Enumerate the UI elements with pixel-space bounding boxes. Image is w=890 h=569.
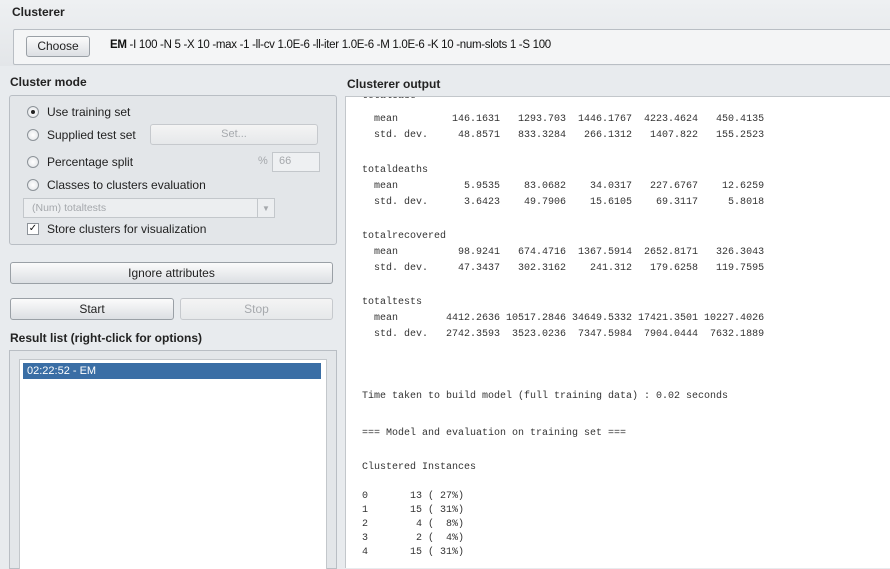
percent-sign: % [258,155,268,167]
output-line: mean 5.9535 83.0682 34.0317 227.6767 12.… [362,181,765,192]
store-clusters-option[interactable]: ✓ Store clusters for visualization [27,220,206,238]
output-line: === Model and evaluation on training set… [362,428,627,439]
output-line: mean 146.1631 1293.703 1446.1767 4223.46… [362,114,765,125]
cluster-mode-panel: Use training set Supplied test set Set..… [9,95,337,245]
result-list-panel: 02:22:52 - EM [9,350,337,569]
result-list-item[interactable]: 02:22:52 - EM [23,363,321,379]
output-line: totaltests [362,297,423,308]
output-line: 2 4 ( 8%) [362,519,465,530]
ignore-attributes-button[interactable]: Ignore attributes [10,262,333,284]
use-training-set-label: Use training set [47,105,131,119]
output-line: Time taken to build model (full training… [362,391,729,402]
stop-button[interactable]: Stop [180,298,333,320]
radio-unselected-icon[interactable] [27,179,39,191]
percentage-split-input[interactable]: 66 [272,152,320,172]
radio-unselected-icon[interactable] [27,156,39,168]
cluster-mode-title: Cluster mode [10,75,87,89]
classes-to-clusters-label: Classes to clusters evaluation [47,178,206,192]
output-line: 4 15 ( 31%) [362,547,465,558]
clusterer-config-panel: Choose EM -I 100 -N 5 -X 10 -max -1 -ll-… [13,29,890,65]
store-clusters-label: Store clusters for visualization [47,222,207,236]
percentage-split-label: Percentage split [47,155,134,169]
percentage-split-option[interactable]: Percentage split [27,153,133,171]
chevron-down-icon: ▼ [257,199,274,217]
radio-selected-icon[interactable] [27,106,39,118]
output-line: std. dev. 3.6423 49.7906 15.6105 69.3117… [362,197,765,208]
clusterer-section-title: Clusterer [12,5,65,19]
output-line: mean 4412.2636 10517.2846 34649.5332 174… [362,313,765,324]
result-list[interactable]: 02:22:52 - EM [19,359,327,569]
supplied-test-set-label: Supplied test set [47,128,136,142]
clusterer-options: -I 100 -N 5 -X 10 -max -1 -ll-cv 1.0E-6 … [126,39,552,51]
output-line: 3 2 ( 4%) [362,533,465,544]
supplied-test-set-option[interactable]: Supplied test set [27,126,136,144]
use-training-set-option[interactable]: Use training set [27,103,130,121]
result-list-title: Result list (right-click for options) [10,331,203,345]
radio-unselected-icon[interactable] [27,129,39,141]
output-line: totalcase [362,96,417,102]
output-line: Clustered Instances [362,462,477,473]
class-attribute-value: (Num) totaltests [32,202,107,214]
class-attribute-select[interactable]: (Num) totaltests ▼ [23,198,275,218]
output-line: mean 98.9241 674.4716 1367.5914 2652.817… [362,247,765,258]
output-line: 0 13 ( 27%) [362,491,465,502]
output-line: totaldeaths [362,165,429,176]
choose-button[interactable]: Choose [26,36,90,57]
clusterer-output-text[interactable]: totalcase mean 146.1631 1293.703 1446.17… [345,96,890,568]
clusterer-command-line[interactable]: EM -I 100 -N 5 -X 10 -max -1 -ll-cv 1.0E… [110,39,551,51]
checkbox-checked-icon[interactable]: ✓ [27,223,39,235]
set-test-set-button[interactable]: Set... [150,124,318,145]
classes-to-clusters-option[interactable]: Classes to clusters evaluation [27,176,206,194]
output-line: totalrecovered [362,231,447,242]
clusterer-algorithm-name: EM [110,39,127,51]
output-line: std. dev. 2742.3593 3523.0236 7347.5984 … [362,329,765,340]
clusterer-output-title: Clusterer output [347,77,441,91]
output-line: std. dev. 47.3437 302.3162 241.312 179.6… [362,263,765,274]
output-line: 1 15 ( 31%) [362,505,465,516]
start-button[interactable]: Start [10,298,174,320]
output-line: std. dev. 48.8571 833.3284 266.1312 1407… [362,130,765,141]
